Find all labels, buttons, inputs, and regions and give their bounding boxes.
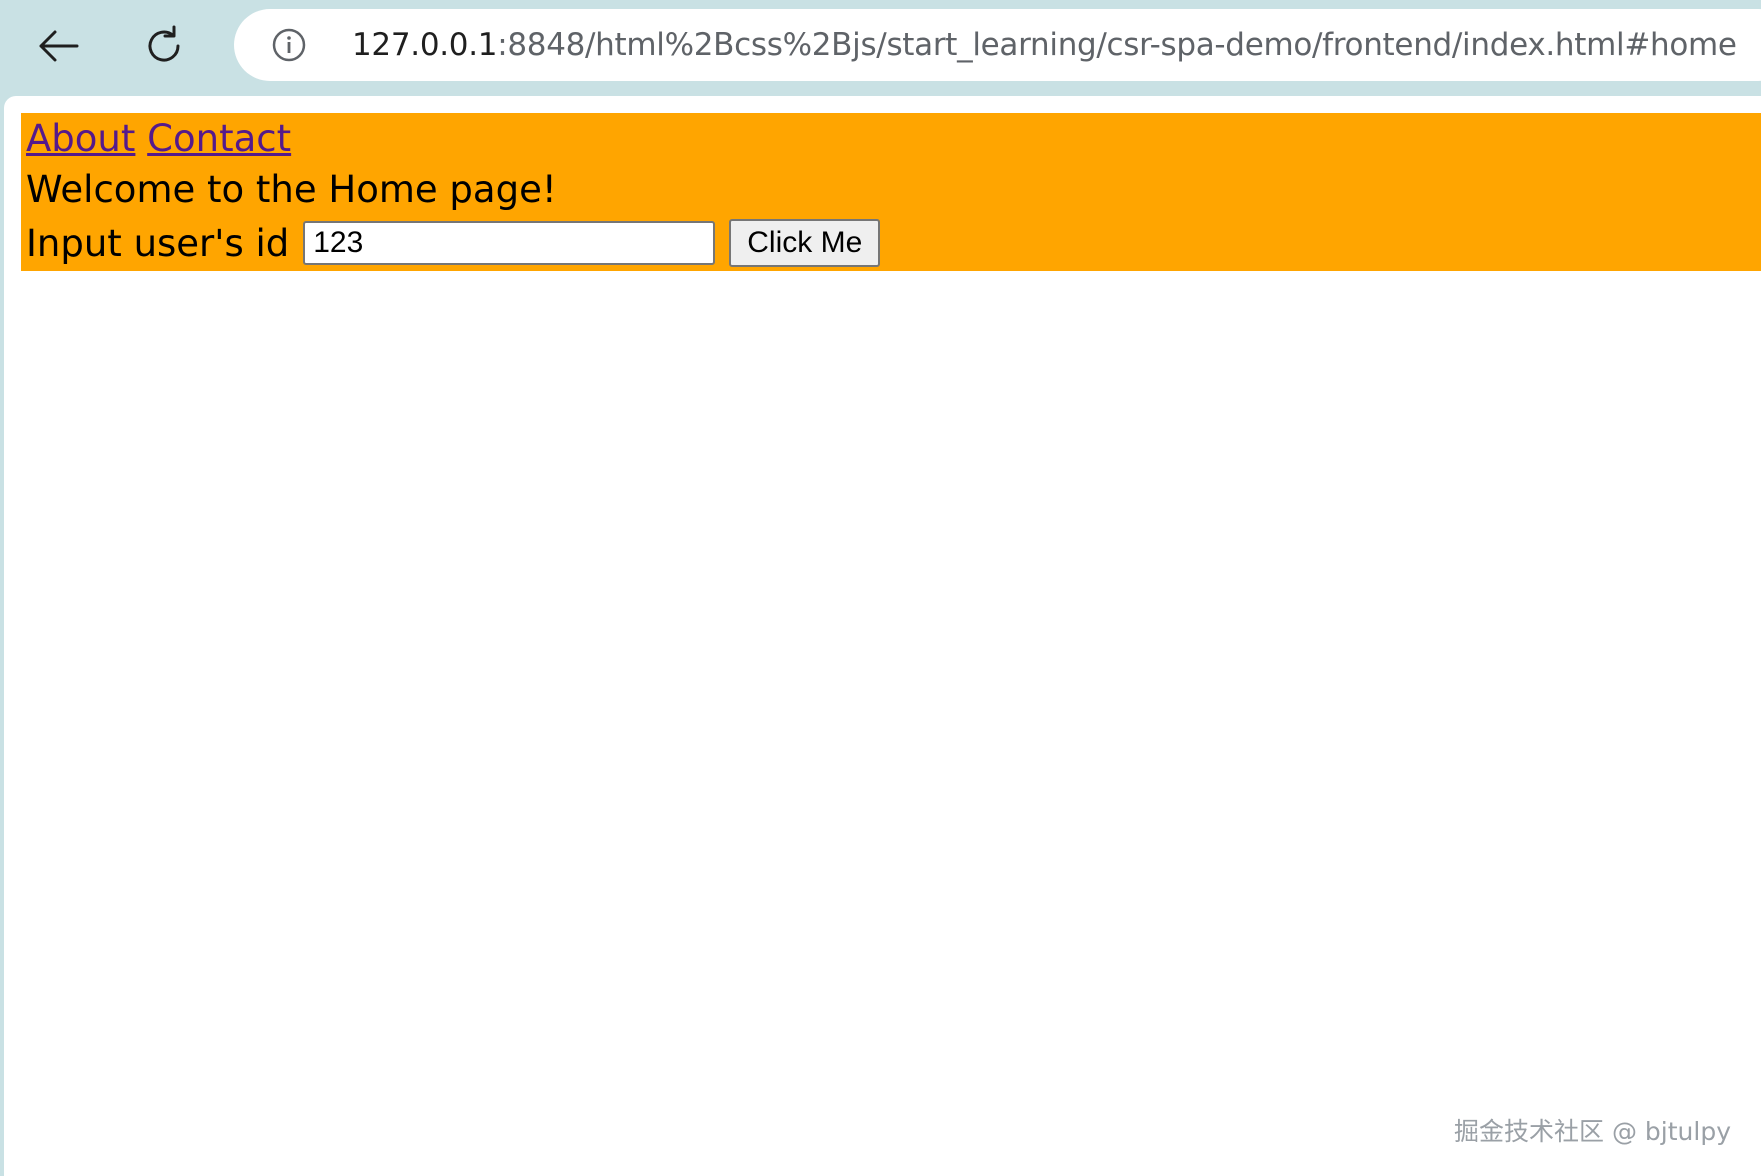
user-id-form: Input user's id Click Me [26, 215, 881, 271]
arrow-left-icon [39, 30, 79, 62]
page-viewport: About Contact Welcome to the Home page! … [4, 96, 1761, 1176]
reload-icon [148, 25, 180, 62]
nav-links: About Contact [26, 113, 291, 165]
watermark: 掘金技术社区 @ bjtulpy [1454, 1117, 1731, 1146]
url-text[interactable]: 127.0.0.1:8848/html%2Bcss%2Bjs/start_lea… [352, 9, 1737, 81]
url-path: :8848/html%2Bcss%2Bjs/start_learning/csr… [497, 27, 1737, 63]
url-host: 127.0.0.1 [352, 27, 498, 63]
welcome-message: Welcome to the Home page! [26, 168, 557, 211]
user-id-label: Input user's id [26, 221, 290, 265]
browser-toolbar: 127.0.0.1:8848/html%2Bcss%2Bjs/start_lea… [0, 0, 1761, 96]
info-icon[interactable] [272, 28, 306, 62]
user-id-input[interactable] [303, 221, 716, 265]
click-me-button[interactable]: Click Me [729, 219, 881, 267]
contact-link[interactable]: Contact [147, 117, 291, 160]
about-link[interactable]: About [26, 117, 135, 160]
back-button[interactable] [26, 14, 90, 78]
reload-button[interactable] [132, 14, 196, 78]
app-container: About Contact Welcome to the Home page! … [21, 113, 1761, 271]
address-bar[interactable]: 127.0.0.1:8848/html%2Bcss%2Bjs/start_lea… [234, 9, 1761, 81]
